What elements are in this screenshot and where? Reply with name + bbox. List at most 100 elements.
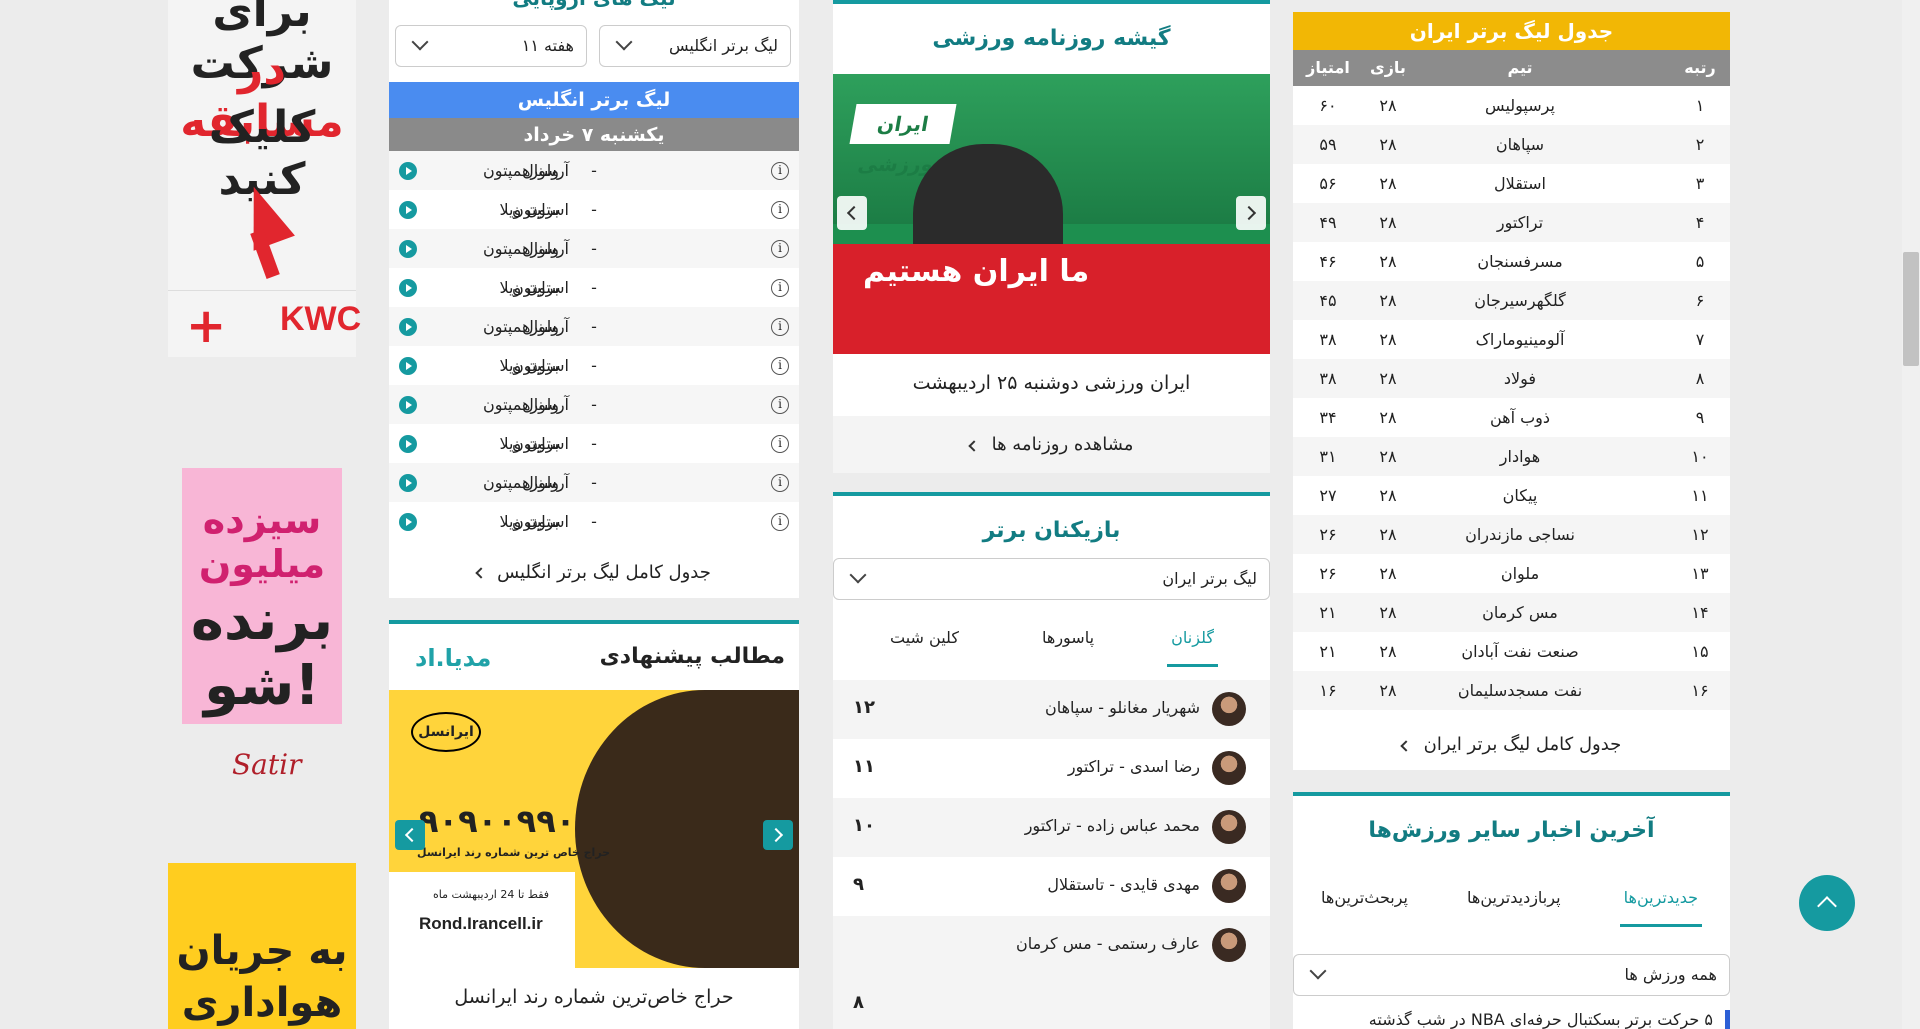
table-row[interactable]: ۱۵ صنعت نفت آبادان ۲۸ ۲۱ — [1293, 632, 1730, 671]
tab-clean-sheets[interactable]: کلین شیت — [890, 628, 959, 647]
match-row[interactable]: i آرسنال - ولورهمپتون — [389, 151, 799, 190]
points: ۱۶ — [1319, 681, 1337, 700]
chevron-left-icon[interactable] — [837, 196, 867, 230]
played: ۲۸ — [1379, 408, 1397, 427]
table-row[interactable]: ۱ پرسپولیس ۲۸ ۶۰ — [1293, 86, 1730, 125]
scrollbar-track[interactable] — [1902, 0, 1920, 1029]
view-newspapers-link[interactable]: مشاهده روزنامه ها — [833, 416, 1270, 473]
table-row[interactable]: ۳ استقلال ۲۸ ۵۶ — [1293, 164, 1730, 203]
suggested-caption[interactable]: حراج خاص‌ترین شماره رند ایرانسل — [389, 986, 799, 1008]
table-row[interactable]: ۷ آلومینیوماراک ۲۸ ۳۸ — [1293, 320, 1730, 359]
tab-assists[interactable]: پاسورها — [1042, 628, 1094, 647]
info-icon[interactable]: i — [771, 357, 789, 375]
play-icon[interactable] — [399, 357, 417, 375]
scrollbar-thumb[interactable] — [1903, 252, 1919, 366]
play-icon[interactable] — [399, 162, 417, 180]
play-icon[interactable] — [399, 240, 417, 258]
player-row[interactable]: مهدی قایدی - تاستقلال ۹ — [833, 857, 1270, 916]
sports-filter-value: همه ورزش ها — [1624, 965, 1717, 984]
table-row[interactable]: ۱۶ نفت مسجدسلیمان ۲۸ ۱۶ — [1293, 671, 1730, 710]
table-row[interactable]: ۱۳ ملوان ۲۸ ۲۶ — [1293, 554, 1730, 593]
ad-text-line: به جریان — [176, 928, 348, 974]
info-icon[interactable]: i — [771, 513, 789, 531]
play-icon[interactable] — [399, 318, 417, 336]
info-icon[interactable]: i — [771, 279, 789, 297]
match-row[interactable]: i استون ویلا - برایتون — [389, 346, 799, 385]
points: ۲۶ — [1319, 525, 1337, 544]
table-row[interactable]: ۶ گلگهرسیرجان ۲۸ ۴۵ — [1293, 281, 1730, 320]
full-iran-table-link[interactable]: جدول کامل لیگ برتر ایران — [1293, 734, 1730, 755]
suggested-image[interactable]: ایرانسل ۹۰۹۰۰۹۹۰ حراج خاص ترین شماره رند… — [389, 690, 799, 968]
info-icon[interactable]: i — [771, 396, 789, 414]
media-ad-logo[interactable]: مدیا.اد — [415, 644, 491, 672]
points: ۵۹ — [1319, 135, 1337, 154]
info-icon[interactable]: i — [771, 240, 789, 258]
scroll-to-top-button[interactable] — [1799, 875, 1855, 931]
team: ذوب آهن — [1489, 408, 1551, 427]
player-row[interactable]: عارف رستمی - مس کرمان ۸ — [833, 916, 1270, 1029]
info-icon[interactable]: i — [771, 201, 789, 219]
table-row[interactable]: ۲ سپاهان ۲۸ ۵۹ — [1293, 125, 1730, 164]
rank: ۱۶ — [1691, 681, 1709, 700]
match-row[interactable]: i آرسنال - ولورهمپتون — [389, 307, 799, 346]
match-row[interactable]: i استون ویلا - برایتون — [389, 190, 799, 229]
table-row[interactable]: ۴ تراکتور ۲۸ ۴۹ — [1293, 203, 1730, 242]
tab-most-viewed[interactable]: پربازدیدترین‌ها — [1467, 888, 1561, 907]
play-icon[interactable] — [399, 513, 417, 531]
rank: ۵ — [1695, 252, 1705, 271]
carousel-next-button[interactable] — [763, 820, 793, 850]
tab-scorers[interactable]: گلزنان — [1167, 628, 1218, 667]
sports-filter-select[interactable]: همه ورزش ها — [1293, 954, 1730, 996]
col-rank: رتبه — [1684, 58, 1716, 77]
lottery-ad-banner[interactable]: سیزده میلیون برنده شو! — [182, 468, 342, 724]
kwc-ad-banner[interactable]: برای شرکت در مسابقه کلیک کنید + KWC — [168, 0, 361, 357]
ad-text-line: هواداری — [181, 980, 343, 1026]
play-icon[interactable] — [399, 201, 417, 219]
table-row[interactable]: ۹ ذوب آهن ۲۸ ۳۴ — [1293, 398, 1730, 437]
chevron-right-icon[interactable] — [1236, 196, 1266, 230]
players-league-select[interactable]: لیگ برتر ایران — [833, 558, 1270, 600]
table-row[interactable]: ۱۰ هوادار ۲۸ ۳۱ — [1293, 437, 1730, 476]
info-icon[interactable]: i — [771, 318, 789, 336]
full-epl-table-link[interactable]: جدول کامل لیگ برتر انگلیس — [389, 562, 799, 583]
player-goals: ۱۱ — [853, 756, 875, 777]
match-row[interactable]: i استون ویلا - برایتون — [389, 502, 799, 541]
away-team: ولورهمپتون — [483, 317, 559, 336]
match-row[interactable]: i آرسنال - ولورهمپتون — [389, 385, 799, 424]
rank: ۱۴ — [1691, 603, 1709, 622]
play-icon[interactable] — [399, 474, 417, 492]
info-icon[interactable]: i — [771, 162, 789, 180]
play-icon[interactable] — [399, 396, 417, 414]
player-row[interactable]: شهریار مغانلو - سپاهان ۱۲ — [833, 680, 1270, 739]
match-row[interactable]: i آرسنال - ولورهمپتون — [389, 229, 799, 268]
tab-most-discussed[interactable]: پربحث‌ترین‌ها — [1321, 888, 1408, 907]
irancell-logo: ایرانسل — [411, 712, 481, 752]
week-select[interactable]: هفته ۱۱ — [395, 25, 587, 67]
info-icon[interactable]: i — [771, 474, 789, 492]
table-row[interactable]: ۱۱ پیکان ۲۸ ۲۷ — [1293, 476, 1730, 515]
league-select[interactable]: لیگ برتر انگلیس — [599, 25, 791, 67]
match-row[interactable]: i استون ویلا - برایتون — [389, 424, 799, 463]
table-row[interactable]: ۸ فولاد ۲۸ ۳۸ — [1293, 359, 1730, 398]
player-row[interactable]: محمد عباس زاده - تراکتور ۱۰ — [833, 798, 1270, 857]
newspaper-cover[interactable]: ایران ورزشی ما ایران هستیم — [833, 74, 1270, 354]
carousel-prev-button[interactable] — [395, 820, 425, 850]
table-row[interactable]: ۱۴ مس کرمان ۲۸ ۲۱ — [1293, 593, 1730, 632]
play-icon[interactable] — [399, 435, 417, 453]
table-row[interactable]: ۱۲ نساجی مازندران ۲۸ ۲۶ — [1293, 515, 1730, 554]
avatar — [1212, 810, 1246, 844]
news-item[interactable]: ۵ حرکت برتر بسکتبال حرفه‌ای NBA در شب گذ… — [1293, 1010, 1730, 1029]
table-row[interactable]: ۵ مسرفسنجان ۲۸ ۴۶ — [1293, 242, 1730, 281]
play-icon[interactable] — [399, 279, 417, 297]
fan-ad-banner[interactable]: به جریان هواداری — [168, 863, 356, 1029]
satir-logo[interactable]: Satir — [232, 748, 301, 781]
played: ۲۸ — [1379, 525, 1397, 544]
newspaper-caption[interactable]: ایران ورزشی دوشنبه ۲۵ اردیبهشت — [833, 372, 1270, 394]
player-goals: ۸ — [853, 992, 864, 1013]
match-row[interactable]: i آرسنال - ولورهمپتون — [389, 463, 799, 502]
col-points: امتیاز — [1306, 58, 1350, 77]
info-icon[interactable]: i — [771, 435, 789, 453]
match-row[interactable]: i استون ویلا - برایتون — [389, 268, 799, 307]
player-row[interactable]: رضا اسدی - تراکتور ۱۱ — [833, 739, 1270, 798]
tab-newest[interactable]: جدیدترین‌ها — [1619, 888, 1703, 927]
